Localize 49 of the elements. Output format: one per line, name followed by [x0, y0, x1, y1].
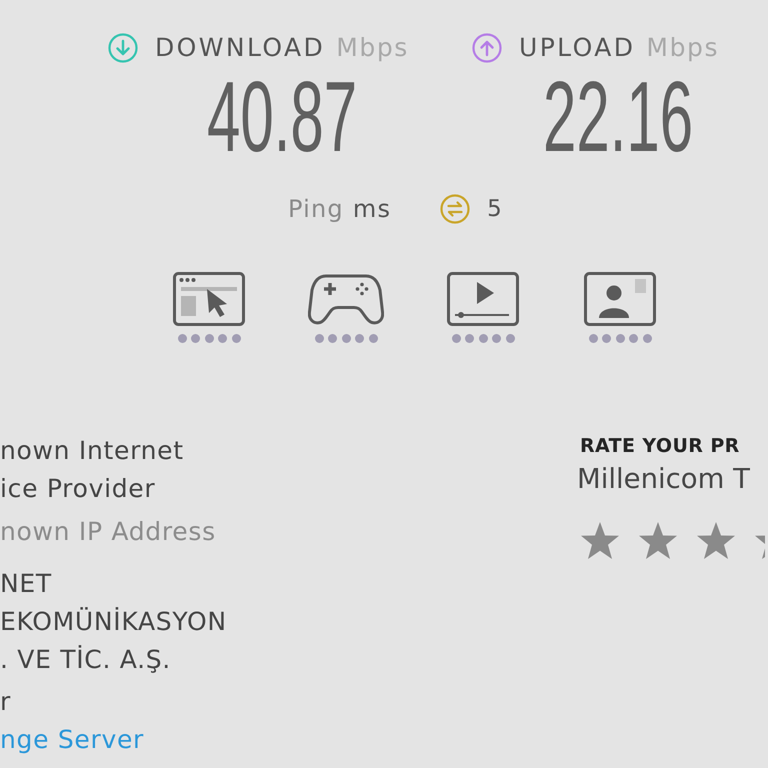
dot-icon [204, 334, 214, 343]
dot-icon [314, 334, 324, 343]
upload-label: UPLOAD [519, 33, 636, 63]
dot-icon [465, 334, 474, 343]
dot-icon [342, 334, 350, 343]
change-server-link[interactable]: nge Server [0, 721, 144, 759]
rate-heading: RATE YOUR PR [580, 434, 740, 459]
server-name: EKOMÜNİKASYON [0, 606, 227, 638]
video-player-icon [447, 272, 519, 326]
unit-label: Mbps [336, 33, 409, 63]
dot-icon [218, 334, 227, 343]
gamepad-icon [308, 272, 384, 326]
provider-name: ice Provider [0, 473, 156, 505]
dot-icon [629, 334, 638, 343]
dot-icon [232, 334, 240, 343]
dot-icon [328, 334, 337, 343]
dot-icon [602, 334, 611, 343]
ip-address: nown IP Address [0, 516, 216, 548]
dot-icon [478, 334, 488, 343]
dot-icon [178, 334, 186, 343]
dot-icon [506, 334, 514, 343]
dot-icon [368, 334, 378, 343]
download-speed-value: 40.87 [207, 77, 358, 157]
server-name: NET [0, 568, 52, 600]
upload-speed-value: 22.16 [543, 77, 694, 157]
ping-label: Ping [288, 194, 344, 225]
video-call-icon [584, 272, 656, 326]
provider-name: Millenicom T [577, 462, 750, 497]
dot-icon [191, 334, 200, 343]
dot-icon [642, 334, 652, 343]
provider-name: nown Internet [0, 435, 184, 467]
ping-icon [440, 194, 470, 224]
server-detail: r [0, 686, 11, 718]
unit-label: Mbps [646, 33, 720, 63]
download-label: DOWNLOAD [155, 33, 326, 63]
dot-icon [452, 334, 460, 343]
dot-icon [355, 334, 364, 343]
browser-window-icon [173, 272, 245, 326]
dot-icon [616, 334, 624, 343]
server-name: . VE TİC. A.Ş. [0, 644, 171, 676]
dot-icon [492, 334, 501, 343]
upload-icon [472, 33, 502, 63]
download-icon [108, 33, 138, 63]
star-icon[interactable] [696, 521, 736, 561]
star-icon[interactable] [638, 521, 678, 561]
star-icon[interactable] [580, 521, 620, 561]
ping-value: 5 [487, 194, 502, 224]
dot-icon [588, 334, 598, 343]
unit-label: ms [352, 194, 392, 225]
